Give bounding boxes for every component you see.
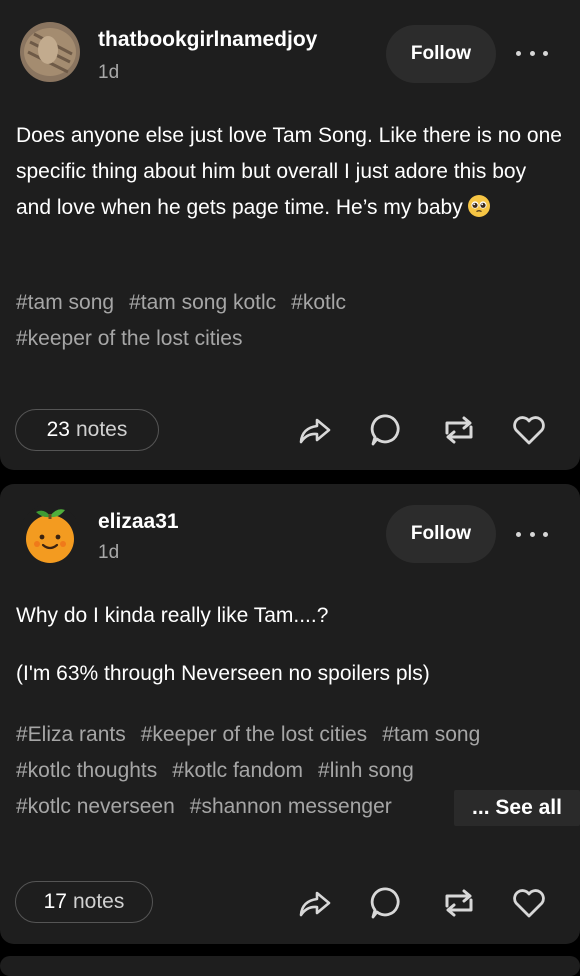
reply-icon[interactable] — [368, 884, 406, 922]
heart-icon[interactable] — [510, 411, 548, 449]
tag[interactable]: #kotlc thoughts — [16, 759, 157, 782]
post-actions — [296, 884, 552, 924]
post-time: 1d — [98, 62, 120, 83]
tag[interactable]: #kotlc fandom — [172, 759, 303, 782]
notes-label: notes — [75, 418, 128, 441]
avatar[interactable] — [20, 22, 80, 82]
username[interactable]: thatbookgirlnamedjoy — [98, 28, 317, 52]
tag[interactable]: #keeper of the lost cities — [16, 327, 242, 350]
tag[interactable]: #Eliza rants — [16, 723, 126, 746]
post-card: thatbookgirlnamedjoy 1d Follow Does anyo… — [0, 0, 580, 470]
post-time: 1d — [98, 542, 120, 563]
share-icon[interactable] — [296, 884, 334, 922]
share-icon[interactable] — [296, 411, 334, 449]
tag-list: #tam song #tam song kotlc #kotlc #keeper o… — [16, 285, 564, 357]
pleading-face-emoji-icon — [467, 195, 490, 217]
post-card — [0, 956, 580, 976]
post-body: Does anyone else just love Tam Song. Lik… — [16, 118, 564, 226]
post-text: Why do I kinda really like Tam....? — [16, 604, 329, 627]
post-text: (I'm 63% through Neverseen no spoilers p… — [16, 662, 430, 685]
tag[interactable]: #linh song — [318, 759, 414, 782]
post-body: Why do I kinda really like Tam....? (I'm… — [16, 598, 564, 692]
tag[interactable]: #shannon messenger — [190, 795, 392, 818]
notes-count: 23 — [46, 418, 70, 441]
notes-label: notes — [72, 890, 125, 913]
follow-button[interactable]: Follow — [386, 25, 496, 83]
tag[interactable]: #tam song — [382, 723, 480, 746]
follow-button[interactable]: Follow — [386, 505, 496, 563]
reply-icon[interactable] — [368, 411, 406, 449]
avatar[interactable] — [20, 504, 80, 564]
tag[interactable]: #kotlc — [291, 291, 346, 314]
tag[interactable]: #keeper of the lost cities — [141, 723, 367, 746]
see-all-tags-button[interactable]: ... See all — [454, 790, 580, 826]
tag[interactable]: #kotlc neverseen — [16, 795, 175, 818]
notes-count: 17 — [43, 890, 67, 913]
notes-button[interactable]: 17 notes — [15, 881, 153, 923]
username[interactable]: elizaa31 — [98, 510, 179, 534]
reblog-icon[interactable] — [440, 411, 478, 449]
reblog-icon[interactable] — [440, 884, 478, 922]
post-card: elizaa31 1d Follow Why do I kinda really… — [0, 484, 580, 944]
tag[interactable]: #tam song — [16, 291, 114, 314]
heart-icon[interactable] — [510, 884, 548, 922]
notes-button[interactable]: 23 notes — [15, 409, 159, 451]
more-options-icon[interactable] — [516, 43, 548, 63]
post-actions — [296, 411, 552, 451]
more-options-icon[interactable] — [516, 524, 548, 544]
tag[interactable]: #tam song kotlc — [129, 291, 276, 314]
